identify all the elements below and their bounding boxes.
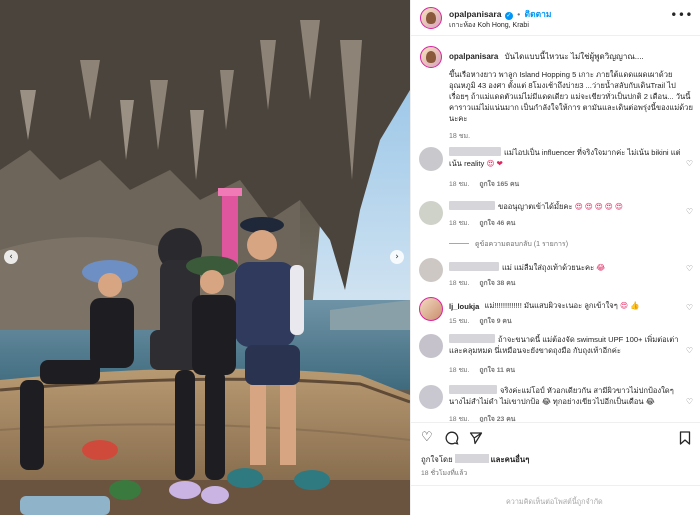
comment-time: 18 ชม. [449, 280, 470, 287]
post-timestamp: 18 ชั่วโมงที่แล้ว [421, 470, 468, 477]
comment-username-redacted[interactable] [449, 262, 499, 271]
photo-illustration [0, 0, 410, 515]
comment-time: 18 ชม. [449, 220, 470, 227]
avatar[interactable] [419, 258, 443, 282]
heart-icon[interactable]: ♡ [686, 207, 693, 216]
comment-emoji: 😂 ทุกอย่างเขียวไปอีกเป็นเดือน 😂 [541, 397, 655, 406]
heart-icon[interactable]: ♡ [686, 346, 693, 355]
avatar[interactable] [419, 147, 443, 171]
heart-icon[interactable]: ♡ [686, 303, 693, 312]
header-user-line: opalpanisara ✓ • ติดตาม [449, 7, 551, 21]
location-link[interactable]: เกาะห้อง Koh Hong, Krabi [449, 20, 529, 31]
comment-time: 15 ชม. [449, 318, 470, 325]
comment-likes[interactable]: ถูกใจ 46 คน [479, 220, 515, 227]
comment-username-redacted[interactable] [449, 385, 497, 394]
comment-meta: 18 ชม. ถูกใจ 165 คน [449, 178, 527, 189]
comment-username[interactable]: lj_loukja [449, 301, 479, 311]
share-icon[interactable] [469, 431, 483, 449]
comment-meta: 15 ชม. ถูกใจ 9 คน [449, 315, 520, 326]
heart-icon[interactable]: ♡ [686, 397, 693, 406]
caption-body: ขึ้นเรือหางยาว พาลูก Island Hopping 5 เก… [449, 70, 693, 123]
comment-likes[interactable]: ถูกใจ 38 คน [479, 280, 515, 287]
caption-head: opalpanisara บันไดแบบนี้ไหวนะ ไม่ใช่ผู้พ… [449, 50, 694, 63]
post-sidebar: opalpanisara ✓ • ติดตาม เกาะห้อง Koh Hon… [410, 0, 700, 515]
avatar[interactable] [419, 334, 443, 358]
comment-text: ขออนุญาตเข้าได้มั้ยคะ 😍 😍 😍 😍 😍 [449, 201, 681, 212]
comment-likes[interactable]: ถูกใจ 9 คน [479, 318, 511, 325]
heart-icon[interactable]: ♡ [686, 159, 693, 168]
chevron-left-icon[interactable]: ‹ [4, 250, 18, 264]
more-icon[interactable]: ••• [670, 8, 693, 22]
comment-icon[interactable] [445, 431, 459, 449]
post-header: opalpanisara ✓ • ติดตาม เกาะห้อง Koh Hon… [411, 0, 700, 36]
comment-username-redacted[interactable] [449, 334, 495, 343]
avatar[interactable] [420, 46, 442, 68]
comment-meta: 18 ชม. ถูกใจ 38 คน [449, 277, 523, 288]
verified-icon: ✓ [504, 12, 513, 20]
comment-likes[interactable]: ถูกใจ 165 คน [479, 181, 519, 188]
liked-by[interactable]: ถูกใจโดย และคนอื่นๆ [421, 454, 529, 466]
comment-emoji: 😍 😍 😍 😍 😍 [574, 202, 623, 211]
separator-dot: • [517, 9, 521, 19]
caption-first-line: บันไดแบบนี้ไหวนะ ไม่ใช่ผู้พูดวิญญาณ.... [504, 52, 644, 61]
comment-text: แม่ แม่ลืมใส่ถุงเท้าด้วยนะคะ 😂 [449, 262, 681, 273]
avatar[interactable] [419, 201, 443, 225]
comment-emoji: 😂 [596, 263, 606, 272]
author-username[interactable]: opalpanisara [449, 9, 501, 19]
comment-time: 18 ชม. [449, 181, 470, 188]
avatar[interactable] [419, 297, 443, 321]
comment-meta: 18 ชม. ถูกใจ 46 คน [449, 217, 523, 228]
comment-emoji: 😍 👍 [619, 301, 640, 310]
liked-by-user-redacted[interactable] [454, 454, 489, 463]
comment-emoji: 😍 ❤ [486, 159, 503, 168]
comment-text: จริงค่ะแม่โอป์ หัวอกเดียวกัน สามีผิวขาวไ… [449, 385, 674, 406]
avatar[interactable] [419, 385, 443, 409]
caption-username[interactable]: opalpanisara [449, 52, 498, 61]
comment-likes[interactable]: ถูกใจ 11 คน [479, 367, 515, 374]
post-photo[interactable]: ‹ › [0, 0, 410, 515]
heart-icon[interactable]: ♡ [421, 431, 433, 445]
comment-meta: 18 ชม. ถูกใจ 11 คน [449, 364, 523, 375]
caption-time: 18 ชม. [449, 133, 471, 140]
comment-text: แม่ไอปเป็น influencer ที่จริงใจมากค่ะ ไม… [449, 147, 681, 168]
heart-icon[interactable]: ♡ [686, 264, 693, 273]
comment-time: 18 ชม. [449, 367, 470, 374]
comment-username-redacted[interactable] [449, 201, 495, 210]
avatar[interactable] [420, 7, 442, 29]
chevron-right-icon[interactable]: › [390, 250, 404, 264]
comment-text: lj_loukja แม่!!!!!!!!!!!!! มันแสบผิวจะเน… [449, 301, 640, 311]
action-bar: ♡ [411, 422, 700, 452]
comment-username-redacted[interactable] [449, 147, 501, 156]
comments-limited-notice: ความคิดเห็นต่อโพสต์นี้ถูกจำกัด [506, 497, 603, 506]
bookmark-icon[interactable] [679, 431, 691, 449]
view-replies-link[interactable]: ดูข้อความตอบกลับ (1 รายการ) [449, 239, 568, 250]
follow-button[interactable]: ติดตาม [525, 9, 552, 19]
comment-text: ถ้าจะขนาดนี้ แม่ต้องจัด swimsuit UPF 100… [449, 334, 679, 355]
comment-box: ความคิดเห็นต่อโพสต์นี้ถูกจำกัด [411, 485, 700, 515]
